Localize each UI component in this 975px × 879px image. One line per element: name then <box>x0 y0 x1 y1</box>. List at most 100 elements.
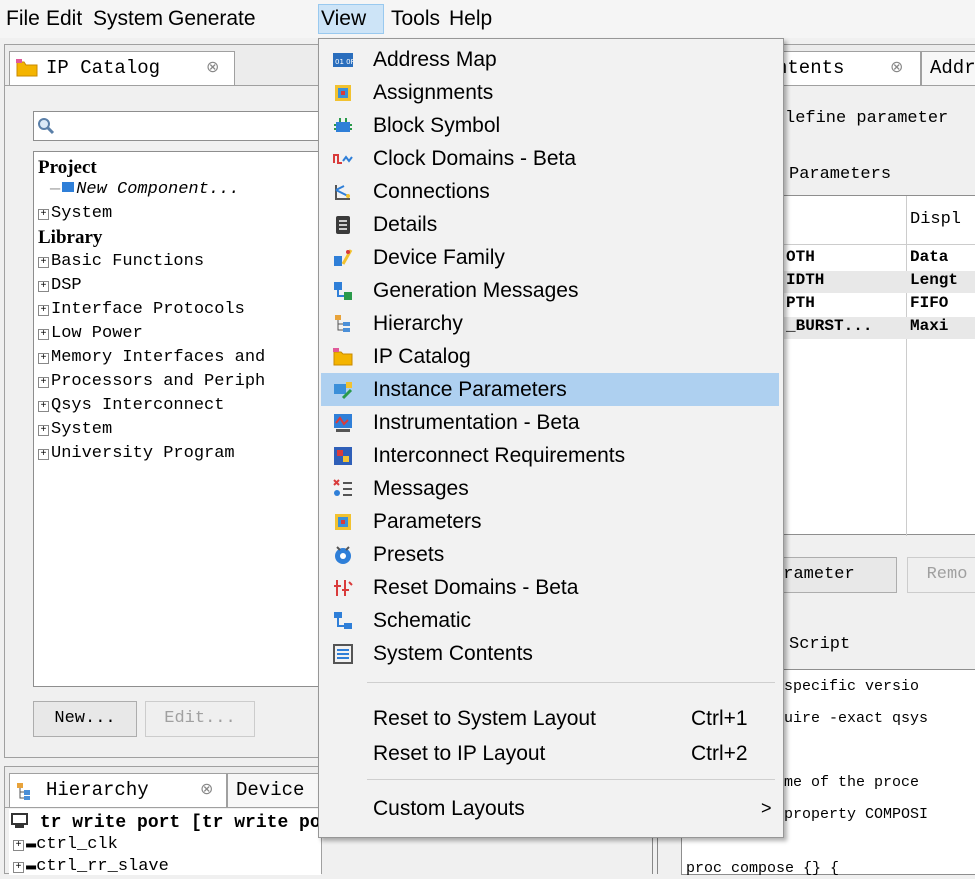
tree-item-library[interactable]: + DSP <box>38 274 82 298</box>
menu-item-interconnect-requirements[interactable]: Interconnect Requirements <box>321 439 779 472</box>
menu-item-label: IP Catalog <box>373 345 471 368</box>
address-map-icon: 01 0F <box>333 53 353 67</box>
menu-item-parameters[interactable]: Parameters <box>321 505 779 538</box>
menu-item-ip-catalog[interactable]: IP Catalog <box>321 340 779 373</box>
menu-item-hierarchy[interactable]: Hierarchy <box>321 307 779 340</box>
tree-item-library[interactable]: + System <box>38 418 112 442</box>
menu-item-reset-domains[interactable]: Reset Domains - Beta <box>321 571 779 604</box>
tree-item-library[interactable]: + University Program <box>38 442 235 466</box>
hierarchy-item[interactable]: + ▬ctrl_rr_slave <box>13 855 169 879</box>
menu-item-presets[interactable]: Presets <box>321 538 779 571</box>
instrumentation-icon <box>334 414 352 432</box>
cell-display: FIFO <box>910 294 949 312</box>
tree-header-library: Library <box>38 227 103 248</box>
menu-item-reset-system-layout[interactable]: Reset to System Layout Ctrl+1 <box>321 702 779 735</box>
tree-item-new-component[interactable]: — New Component... <box>50 178 239 202</box>
menu-item-label: Presets <box>373 543 445 566</box>
menu-item-connections[interactable]: Connections <box>321 175 779 208</box>
tab-address-map[interactable]: Addr <box>921 51 975 85</box>
tree-item-label: University Program <box>51 444 235 463</box>
remove-parameter-button[interactable]: Remo <box>907 557 975 593</box>
expand-icon[interactable]: + <box>38 449 49 460</box>
expand-icon[interactable]: + <box>13 840 24 851</box>
view-menu-dropdown: 01 0F Address Map Assignments Block Symb… <box>318 38 784 838</box>
hierarchy-tree: tr write port [tr write port.qsys] + ▬ctr… <box>9 809 407 876</box>
svg-text:01 0F: 01 0F <box>335 58 353 66</box>
menubar: File Edit System Generate View Tools Hel… <box>0 0 975 38</box>
menu-item-system-contents[interactable]: System Contents <box>321 637 779 670</box>
close-icon[interactable]: ⊗ <box>206 52 219 84</box>
block-symbol-icon <box>334 118 352 132</box>
close-icon[interactable]: ⊗ <box>200 774 213 806</box>
expand-icon[interactable]: + <box>38 425 49 436</box>
tree-item-label: Processors and Periph <box>51 372 266 391</box>
menu-tools[interactable]: Tools <box>389 4 442 34</box>
menu-item-label: Interconnect Requirements <box>373 444 626 467</box>
menu-item-clock-domains[interactable]: Clock Domains - Beta <box>321 142 779 175</box>
tab-address-map-label: Addr <box>930 57 975 79</box>
tree-item-library[interactable]: + Basic Functions <box>38 250 204 274</box>
tree-item-library[interactable]: + Processors and Periph <box>38 370 265 394</box>
tree-item-library[interactable]: + Low Power <box>38 322 143 346</box>
menu-view[interactable]: View <box>318 4 384 34</box>
menu-item-label: Messages <box>373 477 469 500</box>
menu-item-messages[interactable]: Messages <box>321 472 779 505</box>
menu-item-block-symbol[interactable]: Block Symbol <box>321 109 779 142</box>
tree-item-project-system[interactable]: + System <box>38 202 112 226</box>
close-icon[interactable]: ⊗ <box>890 52 903 84</box>
tree-item-library[interactable]: + Interface Protocols <box>38 298 245 322</box>
connections-icon <box>335 185 350 200</box>
hierarchy-item-label: ctrl_clk <box>36 835 118 854</box>
menu-item-instrumentation[interactable]: Instrumentation - Beta <box>321 406 779 439</box>
generation-messages-icon <box>334 282 352 300</box>
menu-item-label: Custom Layouts <box>373 797 525 820</box>
tab-hierarchy[interactable]: Hierarchy ⊗ <box>9 773 227 807</box>
port-icon: ▬ <box>26 857 37 876</box>
hierarchy-item-label: ctrl_rr_slave <box>36 857 169 876</box>
menu-item-label: Reset to IP Layout <box>373 742 546 765</box>
menu-item-assignments[interactable]: Assignments <box>321 76 779 109</box>
menu-system[interactable]: System <box>91 4 165 34</box>
menu-item-instance-parameters[interactable]: Instance Parameters <box>321 373 779 406</box>
expand-icon[interactable]: + <box>38 329 49 340</box>
expand-icon[interactable]: + <box>38 281 49 292</box>
search-icon <box>38 118 55 135</box>
menu-item-reset-ip-layout[interactable]: Reset to IP Layout Ctrl+2 <box>321 737 779 770</box>
tab-ip-catalog[interactable]: IP Catalog ⊗ <box>9 51 235 85</box>
system-contents-icon <box>333 644 353 664</box>
new-button[interactable]: New... <box>33 701 137 737</box>
schematic-icon <box>334 612 352 629</box>
menu-generate[interactable]: Generate <box>166 4 258 34</box>
expand-icon[interactable]: + <box>38 209 49 220</box>
menu-item-custom-layouts[interactable]: Custom Layouts > <box>321 792 779 825</box>
menu-item-label: System Contents <box>373 642 533 665</box>
tree-item-label: Low Power <box>51 324 143 343</box>
menu-item-label: Clock Domains - Beta <box>373 147 577 170</box>
menu-item-device-family[interactable]: Device Family <box>321 241 779 274</box>
tab-system-contents[interactable]: ntents ⊗ <box>771 51 921 85</box>
menu-item-schematic[interactable]: Schematic <box>321 604 779 637</box>
expand-icon[interactable]: + <box>13 862 24 873</box>
tree-header-project: Project <box>38 157 97 178</box>
hierarchy-item[interactable]: + ▬ctrl_clk <box>13 833 118 857</box>
expand-icon[interactable]: + <box>38 257 49 268</box>
edit-button[interactable]: Edit... <box>145 701 255 737</box>
tree-item-library[interactable]: + Qsys Interconnect <box>38 394 224 418</box>
menu-item-details[interactable]: Details <box>321 208 779 241</box>
menu-item-address-map[interactable]: 01 0F Address Map <box>321 43 779 76</box>
expand-icon[interactable]: + <box>38 401 49 412</box>
tab-device[interactable]: Device <box>227 773 323 807</box>
cell-name: OTH <box>786 248 815 266</box>
expand-icon[interactable]: + <box>38 305 49 316</box>
search-input[interactable] <box>33 111 323 141</box>
tree-item-library[interactable]: + Memory Interfaces and <box>38 346 265 370</box>
menu-help[interactable]: Help <box>447 4 494 34</box>
menu-edit[interactable]: Edit <box>44 4 84 34</box>
menu-file[interactable]: File <box>4 4 42 34</box>
cell-name: _BURST... <box>786 317 873 335</box>
expand-icon[interactable]: + <box>38 377 49 388</box>
menu-item-generation-messages[interactable]: Generation Messages <box>321 274 779 307</box>
expand-icon[interactable]: + <box>38 353 49 364</box>
tree-item-label: Interface Protocols <box>51 300 245 319</box>
system-icon <box>11 813 28 828</box>
